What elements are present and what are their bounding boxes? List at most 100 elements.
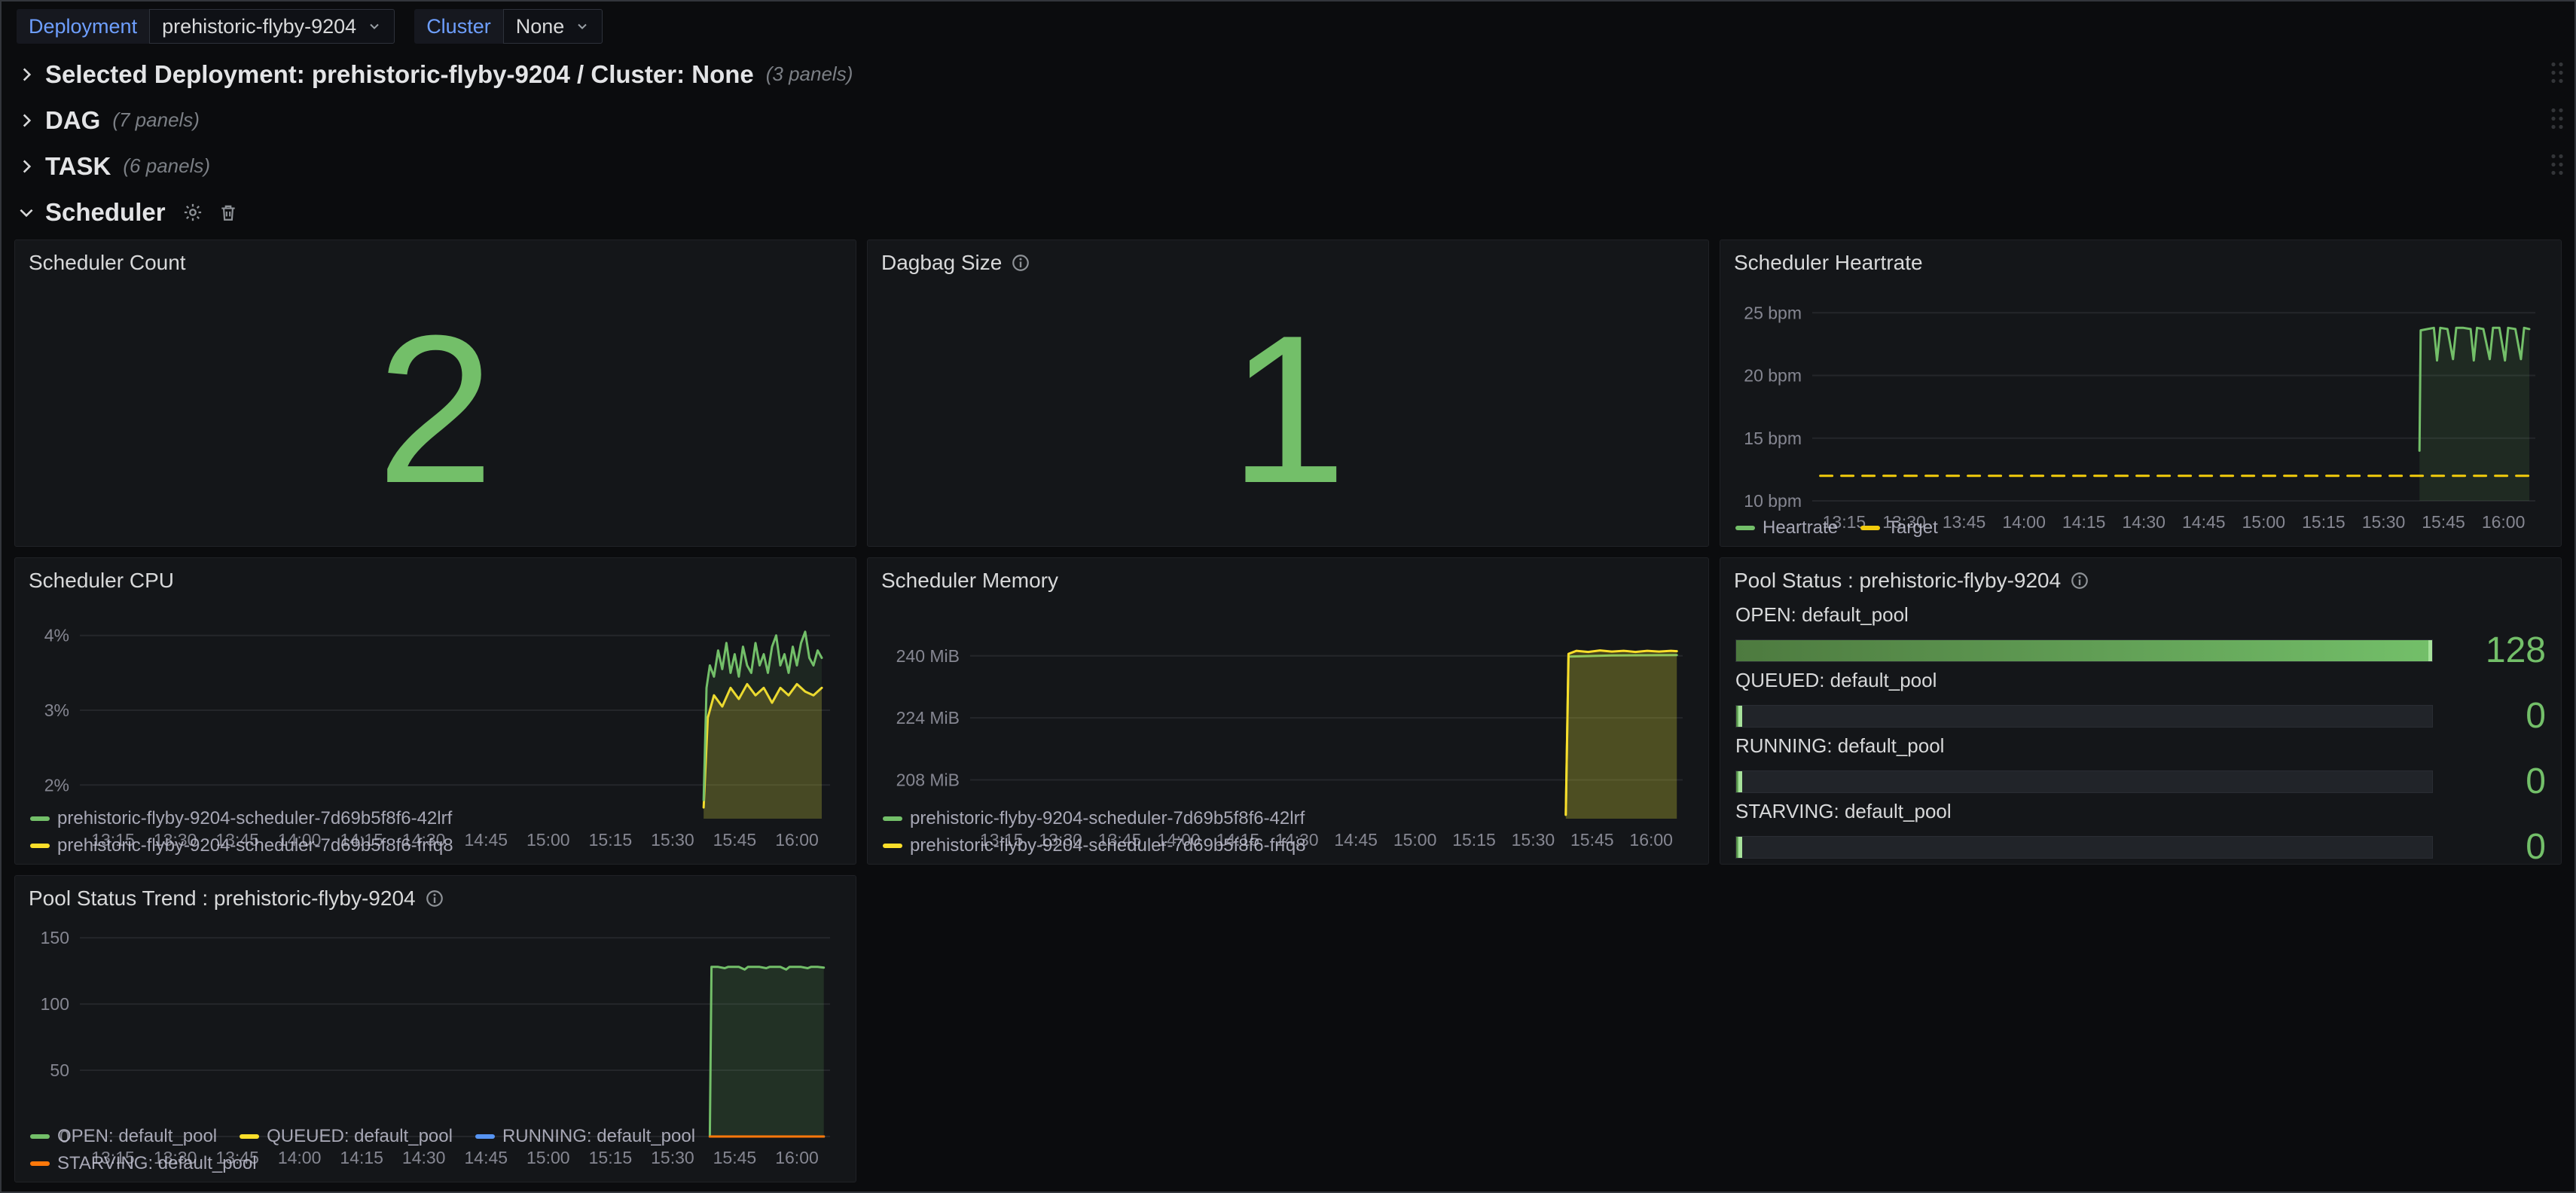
row-title: TASK: [45, 152, 111, 181]
legend-item[interactable]: Heartrate: [1735, 517, 1838, 539]
row-drag-handle[interactable]: [2547, 151, 2567, 181]
panel-scheduler-cpu: Scheduler CPU 2%3%4%13:1513:3013:4514:00…: [14, 557, 856, 865]
chevron-down-icon: [367, 19, 382, 34]
bargauge-track: [1735, 705, 2433, 728]
legend-swatch: [30, 1161, 50, 1166]
bargauge-value: 0: [2448, 764, 2546, 800]
legend-label: RUNNING: default_pool: [502, 1126, 695, 1147]
panel-scheduler-memory: Scheduler Memory 208 MiB224 MiB240 MiB13…: [867, 557, 1709, 865]
panel-title-text: Pool Status Trend : prehistoric-flyby-92…: [29, 886, 416, 911]
bargauge-value: 128: [2448, 633, 2546, 669]
svg-text:240 MiB: 240 MiB: [896, 646, 960, 666]
legend-item[interactable]: prehistoric-flyby-9204-scheduler-7d69b5f…: [883, 808, 1305, 829]
cpu-chart: 2%3%4%13:1513:3013:4514:0014:1514:3014:4…: [26, 597, 845, 804]
row-drag-handle[interactable]: [2547, 105, 2567, 135]
bargauge-fill: [1736, 640, 2432, 661]
bargauge-item: QUEUED: default_pool0: [1735, 669, 2546, 734]
row-drag-handle[interactable]: [2547, 59, 2567, 89]
legend-item[interactable]: prehistoric-flyby-9204-scheduler-7d69b5f…: [30, 835, 453, 856]
variable-deployment-select[interactable]: prehistoric-flyby-9204: [149, 9, 395, 44]
gear-icon: [182, 202, 203, 223]
variable-cluster-select[interactable]: None: [503, 9, 603, 44]
panel-dagbag-size: Dagbag Size 1: [867, 240, 1709, 547]
panel-title-scheduler-memory[interactable]: Scheduler Memory: [878, 566, 1698, 597]
variable-deployment-value: prehistoric-flyby-9204: [162, 15, 356, 38]
bargauge-item: OPEN: default_pool 128: [1735, 603, 2546, 669]
chevron-down-icon: [575, 19, 590, 34]
legend-label: prehistoric-flyby-9204-scheduler-7d69b5f…: [57, 835, 453, 856]
panel-title-pool-status-trend[interactable]: Pool Status Trend : prehistoric-flyby-92…: [26, 883, 845, 915]
legend-label: Target: [1888, 517, 1938, 539]
chevron-right-icon: [17, 65, 36, 84]
memory-chart: 208 MiB224 MiB240 MiB13:1513:3013:4514:0…: [878, 597, 1698, 804]
bargauge-fill: [1736, 706, 1742, 727]
legend-label: OPEN: default_pool: [57, 1126, 217, 1147]
variable-cluster: Cluster None: [414, 9, 603, 44]
heartrate-chart: 10 bpm15 bpm20 bpm25 bpm13:1513:3013:451…: [1731, 279, 2550, 513]
legend-label: STARVING: default_pool: [57, 1153, 257, 1174]
row-scheduler[interactable]: Scheduler: [2, 189, 2574, 235]
panel-title-scheduler-heartrate[interactable]: Scheduler Heartrate: [1731, 248, 2550, 279]
legend-swatch: [883, 816, 902, 821]
legend-label: Heartrate: [1763, 517, 1838, 539]
legend-swatch: [475, 1134, 495, 1139]
legend-item[interactable]: STARVING: default_pool: [30, 1153, 257, 1174]
bargauge-track: [1735, 639, 2433, 662]
row-panel-count: (7 panels): [112, 108, 200, 132]
legend-item[interactable]: prehistoric-flyby-9204-scheduler-7d69b5f…: [30, 808, 452, 829]
panel-title-scheduler-count[interactable]: Scheduler Count: [26, 248, 845, 279]
bargauge-item: RUNNING: default_pool 0: [1735, 734, 2546, 800]
bargauge-label: OPEN: default_pool: [1735, 603, 2546, 627]
legend-swatch: [240, 1134, 259, 1139]
variable-cluster-value: None: [516, 15, 565, 38]
legend-swatch: [883, 844, 902, 848]
panel-title-scheduler-cpu[interactable]: Scheduler CPU: [26, 566, 845, 597]
panel-title-text: Scheduler Memory: [881, 569, 1058, 593]
chevron-right-icon: [17, 111, 36, 130]
grafana-dashboard: Deployment prehistoric-flyby-9204 Cluste…: [0, 0, 2576, 1193]
bargauge-track: [1735, 836, 2433, 859]
row-task[interactable]: TASK (6 panels): [2, 143, 2574, 189]
row-dag[interactable]: DAG (7 panels): [2, 97, 2574, 143]
variable-deployment: Deployment prehistoric-flyby-9204: [17, 9, 395, 44]
bargauge-label: QUEUED: default_pool: [1735, 669, 2546, 692]
row-selected-deployment[interactable]: Selected Deployment: prehistoric-flyby-9…: [2, 51, 2574, 97]
info-icon[interactable]: [2070, 571, 2089, 590]
row-title: Scheduler: [45, 198, 166, 227]
svg-text:15 bpm: 15 bpm: [1744, 429, 1802, 448]
bargauge-track: [1735, 770, 2433, 793]
panel-title-text: Scheduler CPU: [29, 569, 174, 593]
panel-pool-status: Pool Status : prehistoric-flyby-9204 OPE…: [1720, 557, 2562, 865]
legend-swatch: [1860, 526, 1880, 530]
legend-label: prehistoric-flyby-9204-scheduler-7d69b5f…: [910, 808, 1305, 829]
svg-text:224 MiB: 224 MiB: [896, 708, 960, 728]
variable-cluster-label: Cluster: [414, 9, 503, 44]
info-icon[interactable]: [1011, 253, 1030, 273]
legend-label: QUEUED: default_pool: [267, 1126, 453, 1147]
svg-text:100: 100: [41, 994, 69, 1014]
bargauge-label: RUNNING: default_pool: [1735, 734, 2546, 758]
panel-title-text: Scheduler Count: [29, 251, 186, 275]
panel-title-text: Scheduler Heartrate: [1734, 251, 1923, 275]
row-settings-button[interactable]: [182, 202, 203, 223]
stat-dagbag-size-value: 1: [878, 279, 1698, 540]
legend-item[interactable]: OPEN: default_pool: [30, 1126, 217, 1147]
panel-title-dagbag-size[interactable]: Dagbag Size: [878, 248, 1698, 279]
row-delete-button[interactable]: [218, 202, 238, 223]
svg-text:4%: 4%: [44, 626, 69, 645]
svg-text:20 bpm: 20 bpm: [1744, 366, 1802, 386]
legend-label: prehistoric-flyby-9204-scheduler-7d69b5f…: [57, 808, 452, 829]
row-title: Selected Deployment: prehistoric-flyby-9…: [45, 60, 754, 89]
panel-pool-status-trend: Pool Status Trend : prehistoric-flyby-92…: [14, 875, 856, 1182]
panel-grid: Scheduler Count 2 Dagbag Size 1 Schedule…: [2, 235, 2574, 1188]
legend-item[interactable]: prehistoric-flyby-9204-scheduler-7d69b5f…: [883, 835, 1306, 856]
svg-text:208 MiB: 208 MiB: [896, 770, 960, 790]
svg-text:25 bpm: 25 bpm: [1744, 303, 1802, 322]
variable-deployment-label: Deployment: [17, 9, 149, 44]
panel-title-pool-status[interactable]: Pool Status : prehistoric-flyby-9204: [1731, 566, 2550, 597]
legend-item[interactable]: Target: [1860, 517, 1938, 539]
svg-text:2%: 2%: [44, 775, 69, 795]
info-icon[interactable]: [425, 889, 444, 908]
legend-item[interactable]: QUEUED: default_pool: [240, 1126, 453, 1147]
legend-item[interactable]: RUNNING: default_pool: [475, 1126, 695, 1147]
